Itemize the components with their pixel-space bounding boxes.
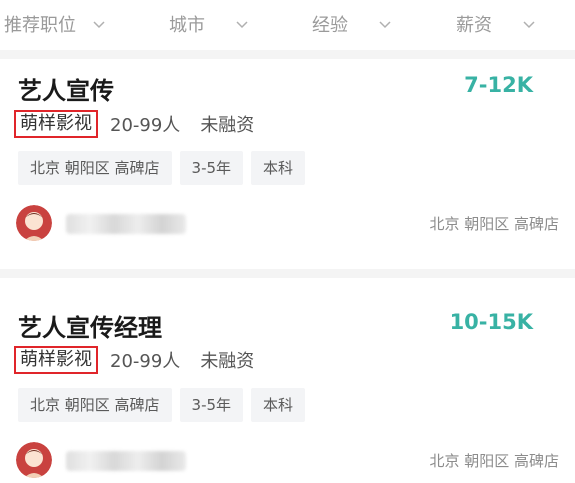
chevron-down-icon (93, 21, 105, 29)
filter-recommended[interactable]: 推荐职位 (4, 10, 106, 38)
company-name[interactable]: 萌样影视 (14, 110, 98, 138)
tag-list: 北京 朝阳区 高碑店 3-5年 本科 (18, 151, 313, 185)
tag-experience: 3-5年 (179, 151, 244, 185)
filter-bar: 推荐职位 城市 经验 薪资 (0, 0, 575, 50)
filter-label: 薪资 (456, 15, 492, 36)
divider (0, 269, 575, 278)
tag-location: 北京 朝阳区 高碑店 (18, 151, 172, 185)
company-size: 20-99人 (110, 115, 181, 136)
filter-salary[interactable]: 薪资 (456, 10, 536, 38)
company-name[interactable]: 萌样影视 (14, 346, 98, 374)
recruiter-row[interactable]: 北京 朝阳区 高碑店 (16, 205, 559, 245)
tag-experience: 3-5年 (179, 388, 244, 422)
recruiter-name-blurred (66, 214, 186, 234)
job-location: 北京 朝阳区 高碑店 (429, 452, 559, 470)
job-card[interactable]: 艺人宣传经理 10-15K 萌样影视 20-99人 未融资 北京 朝阳区 高碑店… (0, 278, 575, 483)
filter-label: 城市 (169, 15, 205, 36)
company-row: 萌样影视 20-99人 未融资 (14, 109, 254, 139)
job-salary: 10-15K (449, 310, 533, 334)
company-funding: 未融资 (200, 351, 255, 372)
job-title: 艺人宣传 (18, 77, 114, 105)
tag-education: 本科 (251, 388, 306, 422)
job-title: 艺人宣传经理 (18, 314, 162, 342)
filter-label: 经验 (312, 15, 348, 36)
chevron-down-icon (523, 21, 535, 29)
filter-label: 推荐职位 (4, 15, 76, 36)
divider (0, 50, 575, 59)
filter-city[interactable]: 城市 (169, 10, 249, 38)
avatar-icon (16, 442, 52, 478)
chevron-down-icon (236, 21, 248, 29)
avatar-icon (16, 205, 52, 241)
job-card[interactable]: 艺人宣传 7-12K 萌样影视 20-99人 未融资 北京 朝阳区 高碑店 3-… (0, 59, 575, 269)
tag-education: 本科 (251, 151, 306, 185)
job-salary: 7-12K (464, 73, 533, 97)
job-location: 北京 朝阳区 高碑店 (429, 215, 559, 233)
recruiter-name-blurred (66, 451, 186, 471)
company-row: 萌样影视 20-99人 未融资 (14, 345, 254, 375)
filter-experience[interactable]: 经验 (312, 10, 392, 38)
tag-location: 北京 朝阳区 高碑店 (18, 388, 172, 422)
chevron-down-icon (379, 21, 391, 29)
recruiter-row[interactable]: 北京 朝阳区 高碑店 (16, 442, 559, 482)
company-funding: 未融资 (200, 115, 255, 136)
tag-list: 北京 朝阳区 高碑店 3-5年 本科 (18, 388, 313, 422)
company-size: 20-99人 (110, 351, 181, 372)
